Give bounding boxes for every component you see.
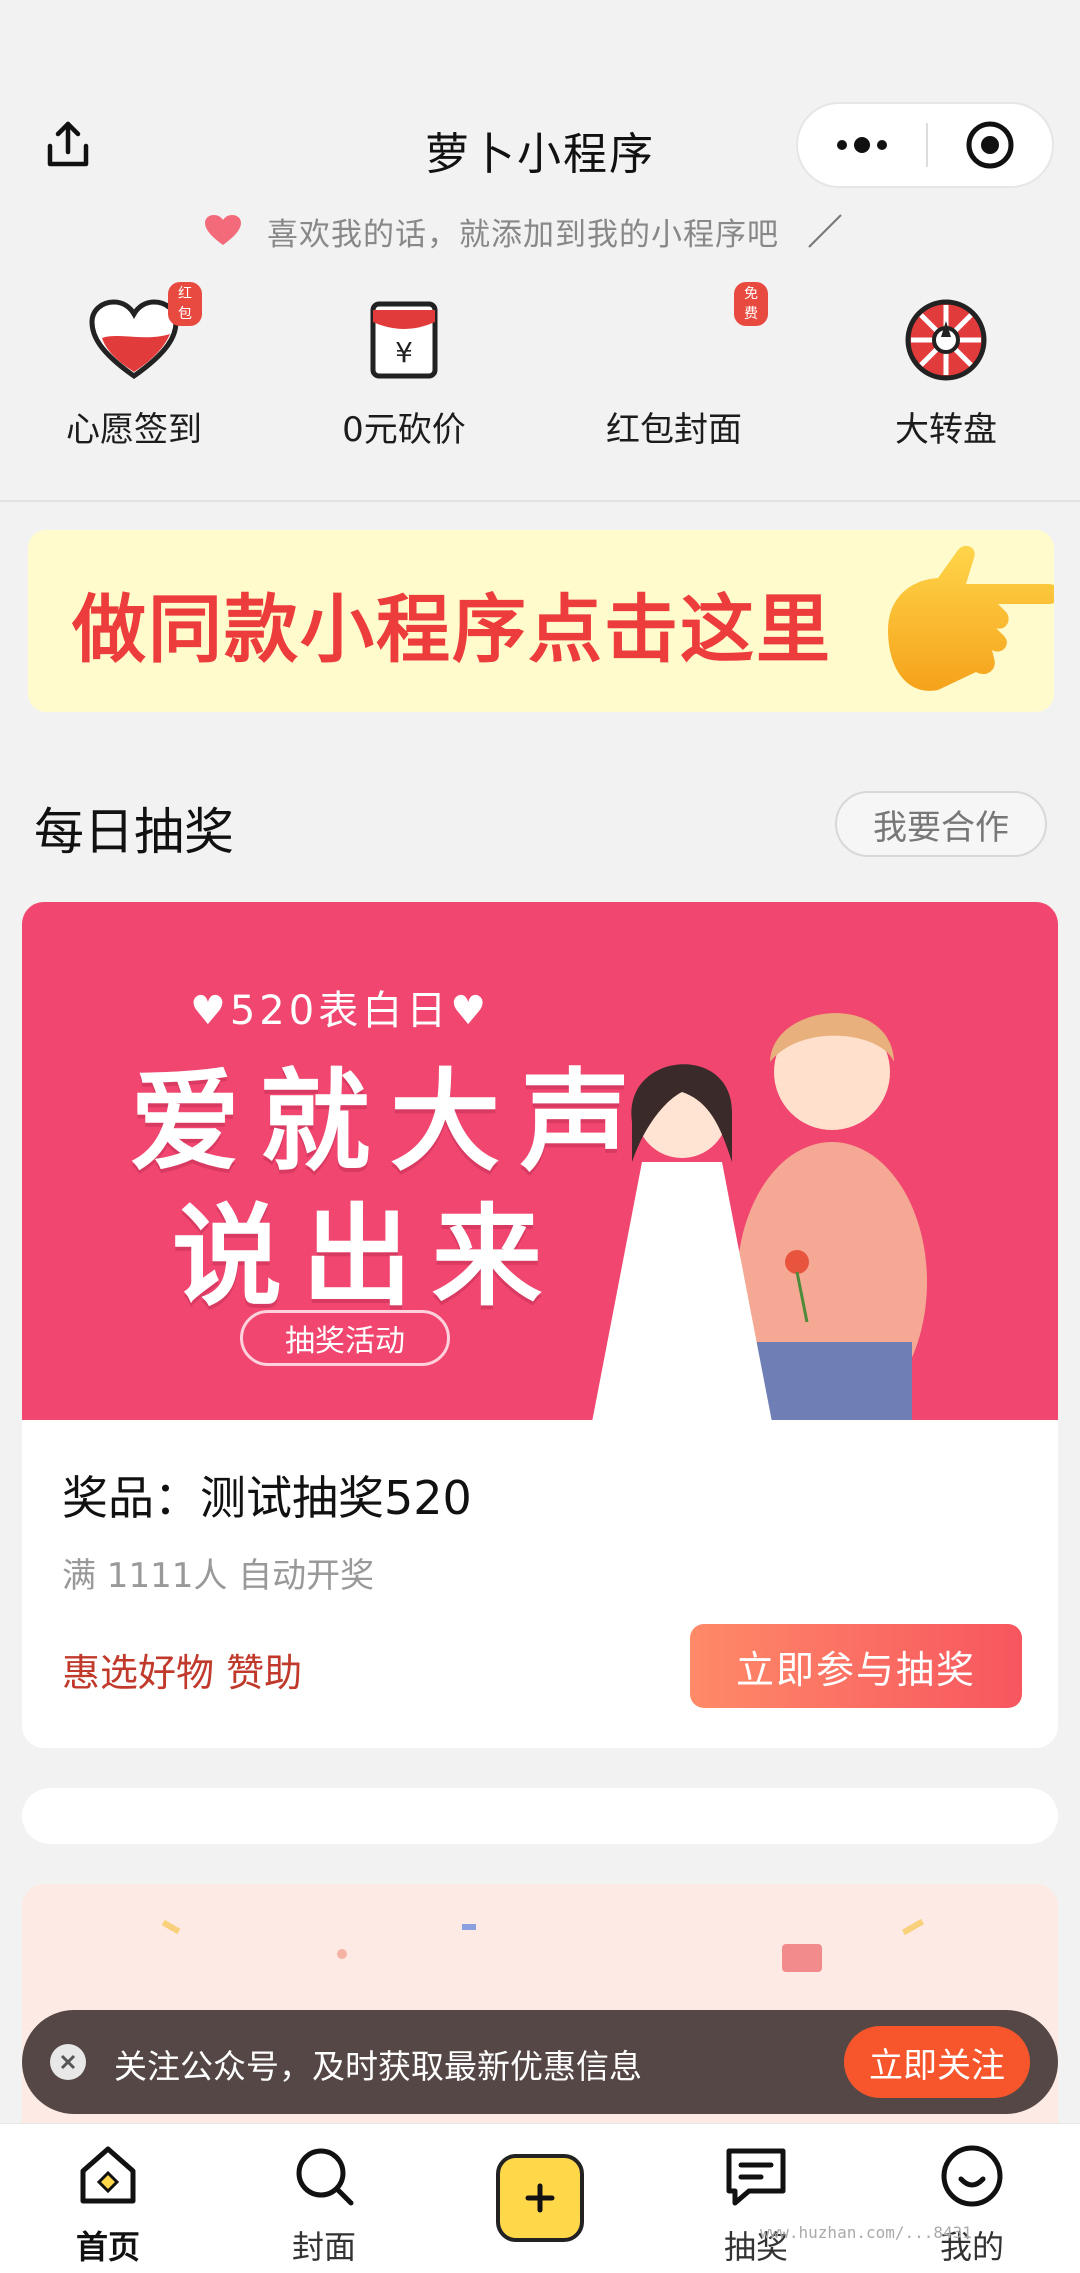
quick-entry-label: 红包封面 [606, 410, 742, 450]
red-envelope-yen-icon: ¥ [370, 301, 438, 379]
quick-entry-badge: 红包 [168, 282, 202, 326]
quick-entry-wish-checkin[interactable]: 红包 心愿签到 [24, 282, 244, 460]
quick-entry-zero-bargain[interactable]: ¥ 0元砍价 [294, 290, 514, 460]
quick-entry-grid: 红包 心愿签到 ¥ 0元砍价 免费 红包封面 大转盘 [0, 282, 1080, 460]
bottom-tab-bar: 首页 封面 抽奖 我的 www.huzhan.com/...8431 [0, 2123, 1080, 2273]
cooperate-button[interactable]: 我要合作 [835, 791, 1047, 857]
quick-entry-red-envelope-cover[interactable]: 免费 红包封面 [564, 282, 784, 460]
quick-entry-big-wheel[interactable]: 大转盘 [836, 290, 1056, 460]
tab-lottery[interactable]: 抽奖 [666, 2138, 846, 2268]
quick-entry-label: 大转盘 [895, 410, 997, 450]
section-title: 每日抽奖 [34, 803, 234, 861]
search-icon [296, 2148, 354, 2206]
lottery-card[interactable]: ♥520表白日♥ 爱就大声 说出来 抽奖活动 奖品：测试抽奖520 满 1111… [22, 902, 1058, 1748]
close-icon [60, 2054, 76, 2070]
draw-condition: 满 1111人 自动开奖 [62, 1556, 375, 1596]
follow-official-account-toast: 关注公众号，及时获取最新优惠信息 立即关注 [22, 2010, 1058, 2114]
add-to-mini-program-tip: 喜欢我的话，就添加到我的小程序吧 [205, 206, 845, 256]
watermark: www.huzhan.com/...8431 [760, 2223, 972, 2242]
pointer-line-icon [808, 214, 842, 248]
card-image-headline-line2: 说出来 [172, 1193, 562, 1321]
wheel-icon [905, 299, 987, 381]
mini-program-capsule [796, 102, 1054, 188]
join-lottery-button[interactable]: 立即参与抽奖 [690, 1624, 1022, 1708]
more-dots-icon [837, 137, 887, 153]
quick-entry-label: 心愿签到 [66, 410, 202, 450]
more-button[interactable] [798, 104, 926, 186]
plus-icon [525, 2183, 555, 2213]
navbar: 萝卜小程序 [0, 90, 1080, 200]
tab-create-button[interactable] [496, 2154, 584, 2242]
promo-banner-text: 做同款小程序点击这里 [72, 587, 832, 673]
pointing-hand-icon [888, 545, 1054, 691]
close-program-button[interactable] [928, 104, 1052, 186]
placeholder-card [22, 1788, 1058, 1844]
target-icon [966, 121, 1014, 169]
heart-icon [89, 299, 179, 380]
add-tip-text: 喜欢我的话，就添加到我的小程序吧 [267, 216, 779, 253]
tab-cover[interactable]: 封面 [234, 2138, 414, 2268]
toast-message: 关注公众号，及时获取最新优惠信息 [114, 2047, 642, 2086]
tab-mine[interactable]: 我的 [882, 2138, 1062, 2268]
tab-label: 封面 [291, 2228, 356, 2266]
prize-title: 奖品：测试抽奖520 [62, 1471, 472, 1525]
svg-text:¥: ¥ [395, 336, 413, 369]
card-image-tag: 抽奖活动 [240, 1310, 450, 1366]
card-image-small-title: ♥520表白日♥ [190, 988, 491, 1034]
toast-close-button[interactable] [50, 2044, 86, 2080]
sponsor-text[interactable]: 惠选好物 赞助 [62, 1642, 302, 1697]
tab-home[interactable]: 首页 [18, 2138, 198, 2268]
quick-entry-label: 0元砍价 [342, 410, 466, 450]
message-icon [726, 2148, 786, 2206]
smile-icon [941, 2145, 1003, 2207]
couple-illustration [592, 1013, 927, 1420]
lottery-card-image: ♥520表白日♥ 爱就大声 说出来 抽奖活动 [22, 902, 1058, 1420]
heart-icon [205, 215, 241, 245]
tab-label: 首页 [75, 2228, 140, 2266]
promo-banner[interactable]: 做同款小程序点击这里 [28, 530, 1054, 712]
divider [0, 500, 1080, 502]
follow-now-button[interactable]: 立即关注 [844, 2026, 1030, 2098]
home-icon [80, 2146, 136, 2204]
quick-entry-badge: 免费 [734, 282, 768, 326]
